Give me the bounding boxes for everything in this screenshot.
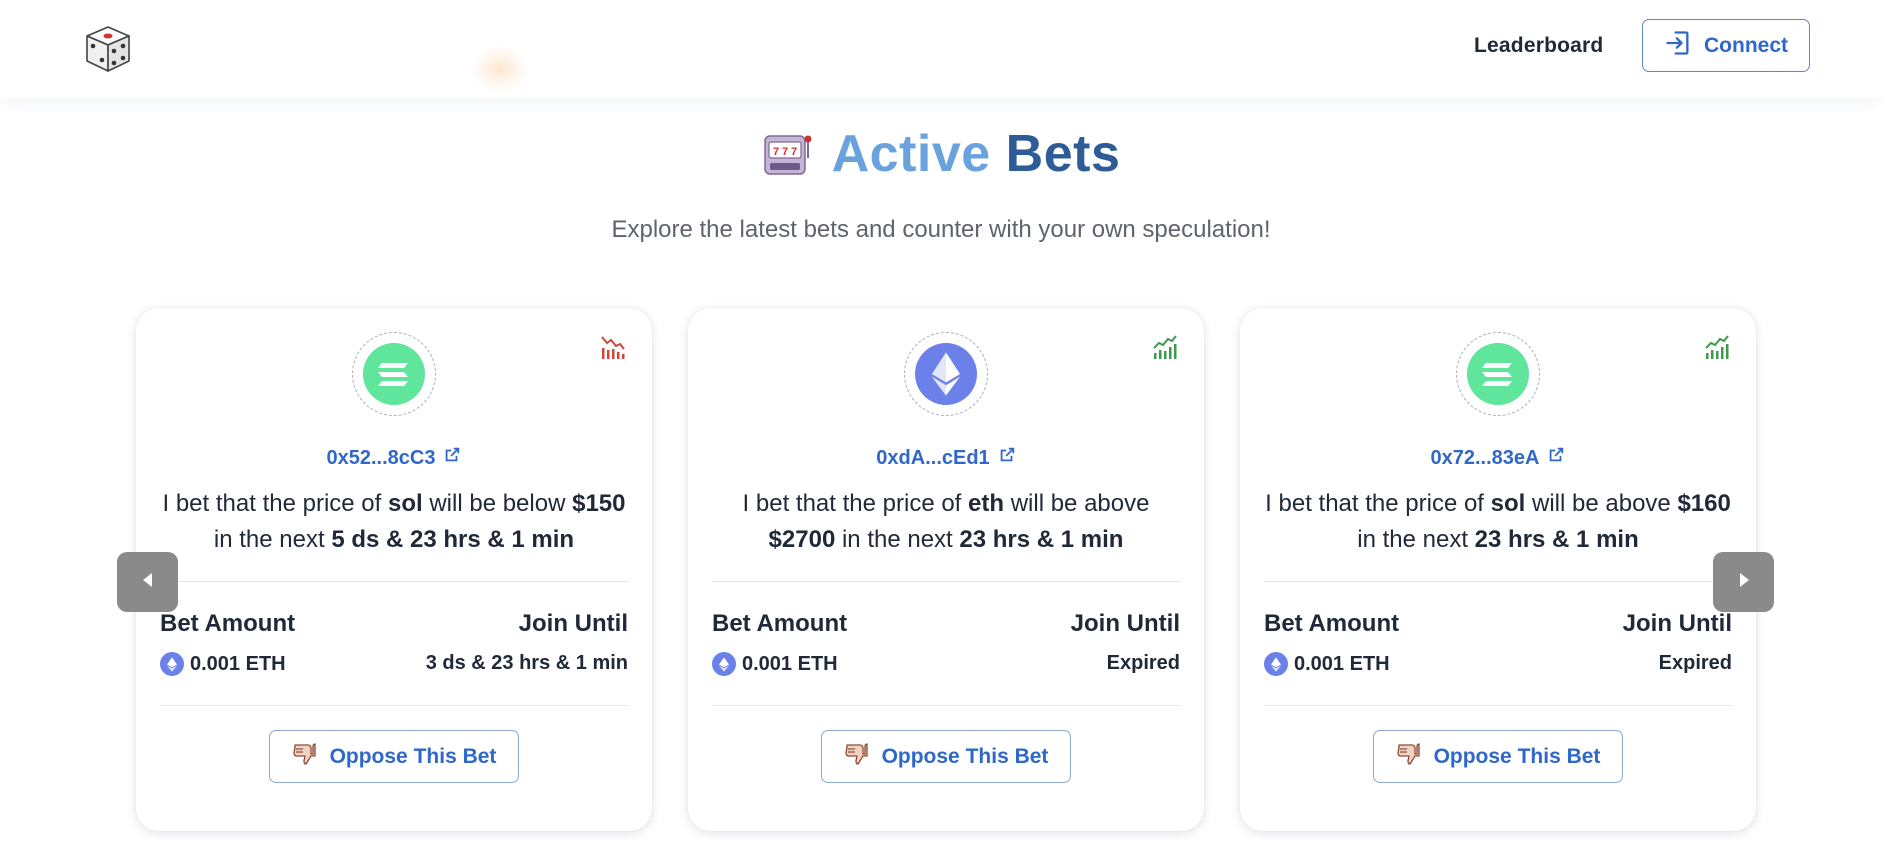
- top-navbar: Leaderboard Connect: [0, 0, 1882, 98]
- divider: [712, 581, 1180, 582]
- coin-badge: [904, 332, 988, 416]
- bet-duration: 23 hrs & 1 min: [1474, 526, 1639, 553]
- bet-duration: 23 hrs & 1 min: [959, 526, 1124, 553]
- divider: [1264, 581, 1732, 582]
- bettor-address-link[interactable]: 0x52...8cC3: [136, 446, 652, 470]
- bet-card: 0x52...8cC3 I bet that the price of sol …: [136, 308, 652, 831]
- join-until-value: Expired: [1658, 652, 1732, 674]
- join-until-label: Join Until: [1070, 610, 1180, 637]
- bet-asset: sol: [387, 490, 423, 517]
- thumbs-down-icon: [292, 741, 318, 773]
- coin-badge: [1456, 332, 1540, 416]
- divider: [160, 705, 628, 706]
- connect-button[interactable]: Connect: [1642, 19, 1810, 72]
- external-link-icon: [998, 446, 1016, 470]
- bet-card: 0xdA...cEd1 I bet that the price of eth …: [688, 308, 1204, 831]
- login-icon: [1664, 29, 1692, 63]
- bet-direction: will be below: [429, 490, 566, 517]
- bet-target-price: $150: [572, 490, 626, 517]
- oppose-bet-button[interactable]: Oppose This Bet: [1373, 730, 1623, 783]
- divider: [1264, 705, 1732, 706]
- thumbs-down-icon: [844, 741, 870, 773]
- svg-text:7: 7: [791, 146, 797, 158]
- ethereum-icon: [1264, 652, 1288, 676]
- trend-down-icon: [600, 334, 626, 360]
- svg-text:7: 7: [773, 146, 779, 158]
- bet-target-price: $2700: [768, 526, 836, 553]
- oppose-label: Oppose This Bet: [1433, 744, 1601, 768]
- page-title: Active Bets: [832, 124, 1121, 184]
- bet-amount-label: Bet Amount: [160, 610, 296, 637]
- address-text: 0x72...83eA: [1430, 446, 1540, 469]
- arrow-left-icon: [139, 571, 157, 594]
- oppose-bet-button[interactable]: Oppose This Bet: [821, 730, 1071, 783]
- bet-asset: sol: [1490, 490, 1526, 517]
- join-until-label: Join Until: [518, 610, 628, 637]
- carousel-prev-button[interactable]: [117, 552, 178, 612]
- dice-icon[interactable]: [83, 24, 133, 74]
- connect-label: Connect: [1704, 33, 1788, 57]
- ethereum-icon: [160, 652, 184, 676]
- bet-description: I bet that the price of eth will be abov…: [708, 486, 1184, 558]
- bet-description: I bet that the price of sol will be belo…: [156, 486, 632, 558]
- divider: [160, 581, 628, 582]
- nav-leaderboard-link[interactable]: Leaderboard: [1474, 34, 1603, 58]
- bet-amount-text: 0.001 ETH: [1294, 652, 1390, 675]
- join-until-label: Join Until: [1622, 610, 1732, 637]
- solana-icon: [363, 343, 425, 405]
- bet-text-in: in the next: [841, 526, 953, 553]
- solana-icon: [1467, 343, 1529, 405]
- svg-text:7: 7: [782, 146, 788, 158]
- title-word-active: Active: [831, 125, 991, 183]
- bet-amount-value: 0.001 ETH: [160, 652, 286, 676]
- thumbs-down-icon: [1396, 741, 1422, 773]
- bet-direction: will be above: [1010, 490, 1150, 517]
- page-heading: 7 7 7 Active Bets: [0, 122, 1882, 186]
- arrow-right-icon: [1735, 571, 1753, 594]
- carousel-next-button[interactable]: [1713, 552, 1774, 612]
- external-link-icon: [443, 446, 461, 470]
- trend-up-icon: [1704, 334, 1730, 360]
- bet-amount-label: Bet Amount: [712, 610, 848, 637]
- bet-card: 0x72...83eA I bet that the price of sol …: [1240, 308, 1756, 831]
- divider: [712, 705, 1180, 706]
- oppose-label: Oppose This Bet: [881, 744, 1049, 768]
- oppose-label: Oppose This Bet: [329, 744, 497, 768]
- bet-amount-value: 0.001 ETH: [712, 652, 838, 676]
- bet-text-prefix: I bet that the price of: [742, 490, 962, 517]
- address-text: 0xdA...cEd1: [876, 446, 990, 469]
- bet-text-in: in the next: [1357, 526, 1468, 553]
- bet-amount-text: 0.001 ETH: [190, 652, 286, 675]
- bet-asset: eth: [968, 490, 1005, 517]
- bet-description: I bet that the price of sol will be abov…: [1260, 486, 1736, 558]
- bet-text-in: in the next: [213, 526, 325, 553]
- external-link-icon: [1547, 446, 1565, 470]
- ethereum-icon: [712, 652, 736, 676]
- bet-direction: will be above: [1532, 490, 1671, 517]
- background-glow: [470, 44, 530, 94]
- slot-machine-icon: 7 7 7: [762, 128, 814, 180]
- bet-text-prefix: I bet that the price of: [1265, 490, 1484, 517]
- join-until-value: Expired: [1106, 652, 1180, 674]
- bet-text-prefix: I bet that the price of: [162, 490, 382, 517]
- bet-amount-text: 0.001 ETH: [742, 652, 838, 675]
- coin-badge: [352, 332, 436, 416]
- trend-up-icon: [1152, 334, 1178, 360]
- bet-target-price: $160: [1677, 490, 1731, 517]
- join-until-value: 3 ds & 23 hrs & 1 min: [425, 652, 628, 674]
- page-subtitle: Explore the latest bets and counter with…: [611, 216, 1271, 243]
- bettor-address-link[interactable]: 0x72...83eA: [1240, 446, 1756, 470]
- bettor-address-link[interactable]: 0xdA...cEd1: [688, 446, 1204, 470]
- bet-amount-label: Bet Amount: [1264, 610, 1400, 637]
- bet-duration: 5 ds & 23 hrs & 1 min: [331, 526, 575, 553]
- bet-amount-value: 0.001 ETH: [1264, 652, 1390, 676]
- address-text: 0x52...8cC3: [326, 446, 436, 469]
- oppose-bet-button[interactable]: Oppose This Bet: [269, 730, 519, 783]
- title-word-bets: Bets: [1005, 125, 1121, 183]
- ethereum-icon: [915, 343, 977, 405]
